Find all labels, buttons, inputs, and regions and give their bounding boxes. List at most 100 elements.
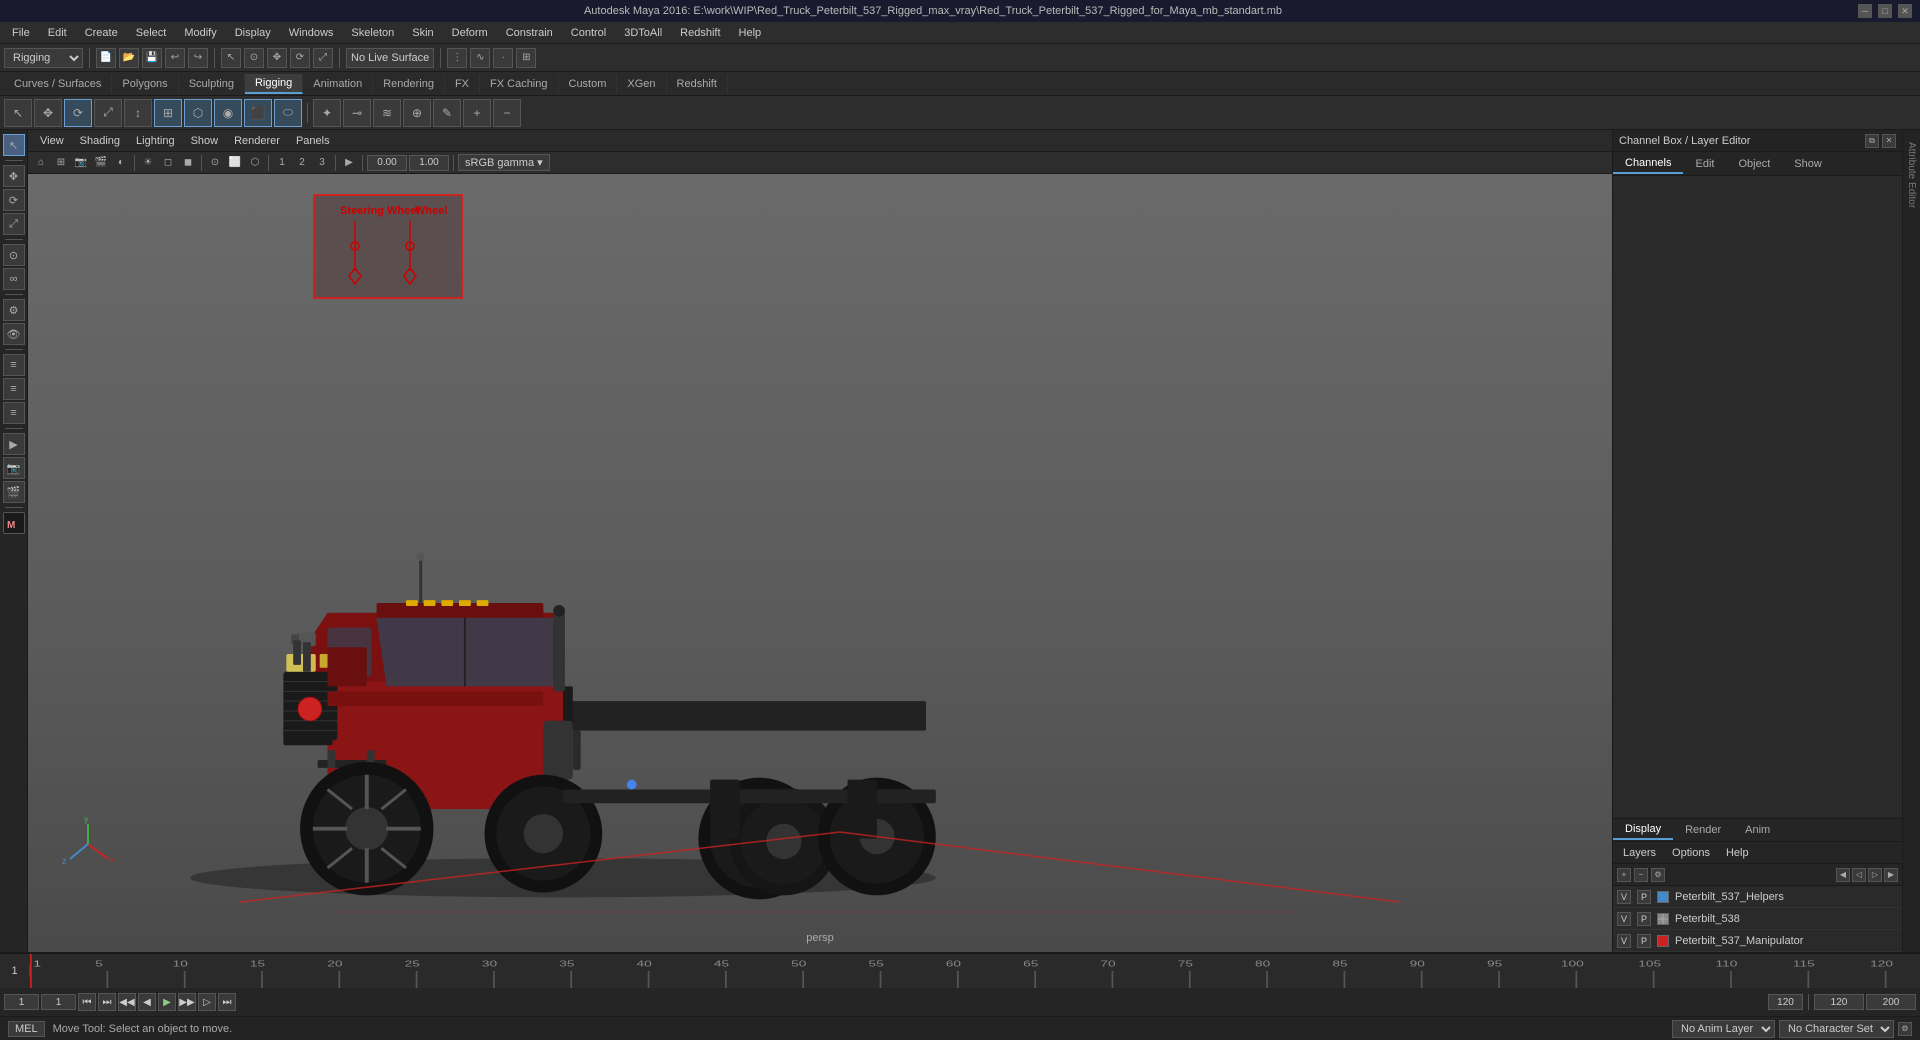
shelf-tab-rigging[interactable]: Rigging (245, 74, 303, 94)
vp-tb-lighting1[interactable]: ☀ (139, 154, 157, 172)
character-set-dropdown[interactable]: No Character Set (1779, 1020, 1894, 1038)
timeline-ruler-inner[interactable]: 1 5 10 15 20 25 30 (30, 954, 1920, 988)
shelf-icon-scale[interactable]: ⤢ (94, 99, 122, 127)
timeline-ruler-area[interactable]: 1 1 5 10 15 (0, 954, 1920, 988)
shelf-tab-fx[interactable]: FX (445, 75, 480, 93)
shelf-icon-sphere[interactable]: ◉ (214, 99, 242, 127)
timeline-anim-end[interactable] (1866, 994, 1916, 1010)
playback-back[interactable]: ◀ (138, 993, 156, 1011)
lasso-btn[interactable]: ∞ (3, 268, 25, 290)
snap-point-btn[interactable]: · (493, 48, 513, 68)
select-mode-btn[interactable]: ↖ (3, 134, 25, 156)
snap-curve-btn[interactable]: ∿ (470, 48, 490, 68)
snap-grid-btn[interactable]: ⋮ (447, 48, 467, 68)
layer-p-btn-2[interactable]: P (1637, 912, 1651, 926)
layer-row-helpers[interactable]: V P Peterbilt_537_Helpers (1613, 886, 1902, 908)
layers-nav-right2[interactable]: ▶ (1884, 868, 1898, 882)
vp-tb-home[interactable]: ⌂ (32, 154, 50, 172)
ch-tab-object[interactable]: Object (1726, 155, 1782, 173)
playback-prev-frame[interactable]: ◀◀ (118, 993, 136, 1011)
timeline-range-box[interactable] (1814, 994, 1864, 1010)
vp-menu-lighting[interactable]: Lighting (130, 133, 181, 149)
ipr-btn[interactable]: 🎬 (3, 481, 25, 503)
layer-row-538[interactable]: V P Peterbilt_538 (1613, 908, 1902, 930)
vp-tb-xray[interactable]: ⬜ (226, 154, 244, 172)
menu-create[interactable]: Create (77, 25, 126, 41)
shelf-icon-bind-skin[interactable]: ⊕ (403, 99, 431, 127)
move-mode-btn[interactable]: ✥ (3, 165, 25, 187)
gamma-input[interactable] (367, 155, 407, 171)
vp-tb-grid[interactable]: ⊞ (52, 154, 70, 172)
maximize-button[interactable]: □ (1878, 4, 1892, 18)
menu-deform[interactable]: Deform (444, 25, 496, 41)
layer-p-btn-1[interactable]: P (1637, 890, 1651, 904)
vp-tb-wire[interactable]: ⬡ (246, 154, 264, 172)
playback-prev-key[interactable]: ⏭ (98, 993, 116, 1011)
anim-layer-dropdown[interactable]: No Anim Layer (1672, 1020, 1775, 1038)
menu-constrain[interactable]: Constrain (498, 25, 561, 41)
cam-settings-btn[interactable]: ⚙ (3, 299, 25, 321)
ch-tab-edit[interactable]: Edit (1683, 155, 1726, 173)
menu-control[interactable]: Control (563, 25, 614, 41)
close-button[interactable]: ✕ (1898, 4, 1912, 18)
shelf-tab-polygons[interactable]: Polygons (112, 75, 178, 93)
scale-tool-btn[interactable]: ⤢ (313, 48, 333, 68)
playback-next-frame[interactable]: ▶▶ (178, 993, 196, 1011)
panel-float-btn[interactable]: ⧉ (1865, 134, 1879, 148)
ch-tab-channels[interactable]: Channels (1613, 154, 1683, 174)
save-scene-btn[interactable]: 💾 (142, 48, 162, 68)
timeline-current-input[interactable] (41, 994, 76, 1010)
viewport-canvas[interactable]: Steering Wheel Wheel (28, 174, 1612, 952)
shelf-icon-spline-ik[interactable]: ≋ (373, 99, 401, 127)
shelf-tab-redshift[interactable]: Redshift (667, 75, 728, 93)
shelf-icon-cylinder[interactable]: ⬭ (274, 99, 302, 127)
vp-tb-shading[interactable]: ◐ (112, 154, 130, 172)
timeline-end-input[interactable] (1768, 994, 1803, 1010)
rotate-mode-btn[interactable]: ⟳ (3, 189, 25, 211)
workspace-dropdown[interactable]: Rigging Modeling Animation (4, 48, 83, 68)
select-tool-btn[interactable]: ↖ (221, 48, 241, 68)
menu-3dtoall[interactable]: 3DToAll (616, 25, 670, 41)
layers-nav-right[interactable]: ▷ (1868, 868, 1882, 882)
layer-options-btn[interactable]: ⚙ (1651, 868, 1665, 882)
shelf-tab-fx-caching[interactable]: FX Caching (480, 75, 558, 93)
layer-row-manipulator[interactable]: V P Peterbilt_537_Manipulator (1613, 930, 1902, 952)
new-scene-btn[interactable]: 📄 (96, 48, 116, 68)
redo-btn[interactable]: ↪ (188, 48, 208, 68)
move-tool-btn[interactable]: ✥ (267, 48, 287, 68)
shelf-icon-ik-handle[interactable]: ⊸ (343, 99, 371, 127)
lasso-select-btn[interactable]: ⊙ (244, 48, 264, 68)
disp-tab-anim[interactable]: Anim (1733, 821, 1782, 839)
layer-btn-1[interactable]: ≡ (3, 354, 25, 376)
undo-btn[interactable]: ↩ (165, 48, 185, 68)
disp-tab-render[interactable]: Render (1673, 821, 1733, 839)
shelf-icon-snap[interactable]: ⊞ (154, 99, 182, 127)
vp-menu-renderer[interactable]: Renderer (228, 133, 286, 149)
layer-p-btn-3[interactable]: P (1637, 934, 1651, 948)
panel-close-btn[interactable]: ✕ (1882, 134, 1896, 148)
playback-next-key[interactable]: ▷ (198, 993, 216, 1011)
menu-skeleton[interactable]: Skeleton (343, 25, 402, 41)
shelf-tab-curves[interactable]: Curves / Surfaces (4, 75, 112, 93)
layer-create-btn[interactable]: + (1617, 868, 1631, 882)
menu-skin[interactable]: Skin (404, 25, 441, 41)
maya-logo[interactable]: M (3, 512, 25, 534)
layer-v-btn-3[interactable]: V (1617, 934, 1631, 948)
shelf-icon-joint[interactable]: ✦ (313, 99, 341, 127)
script-type-label[interactable]: MEL (8, 1021, 45, 1037)
menu-help[interactable]: Help (731, 25, 770, 41)
shelf-icon-rotate[interactable]: ⟳ (64, 99, 92, 127)
menu-redshift[interactable]: Redshift (672, 25, 728, 41)
vp-tb-camera[interactable]: 📷 (72, 154, 90, 172)
window-controls[interactable]: ─ □ ✕ (1858, 4, 1912, 18)
shelf-icon-squash[interactable]: ↕ (124, 99, 152, 127)
layer-v-btn-2[interactable]: V (1617, 912, 1631, 926)
playback-play[interactable]: ▶ (158, 993, 176, 1011)
status-settings-btn[interactable]: ⚙ (1898, 1022, 1912, 1036)
render-seq-btn[interactable]: ▶ (3, 433, 25, 455)
shelf-tab-animation[interactable]: Animation (303, 75, 373, 93)
layer-btn-2[interactable]: ≡ (3, 378, 25, 400)
shelf-icon-paint-weights[interactable]: ✎ (433, 99, 461, 127)
layer-v-btn-1[interactable]: V (1617, 890, 1631, 904)
shelf-tab-rendering[interactable]: Rendering (373, 75, 445, 93)
